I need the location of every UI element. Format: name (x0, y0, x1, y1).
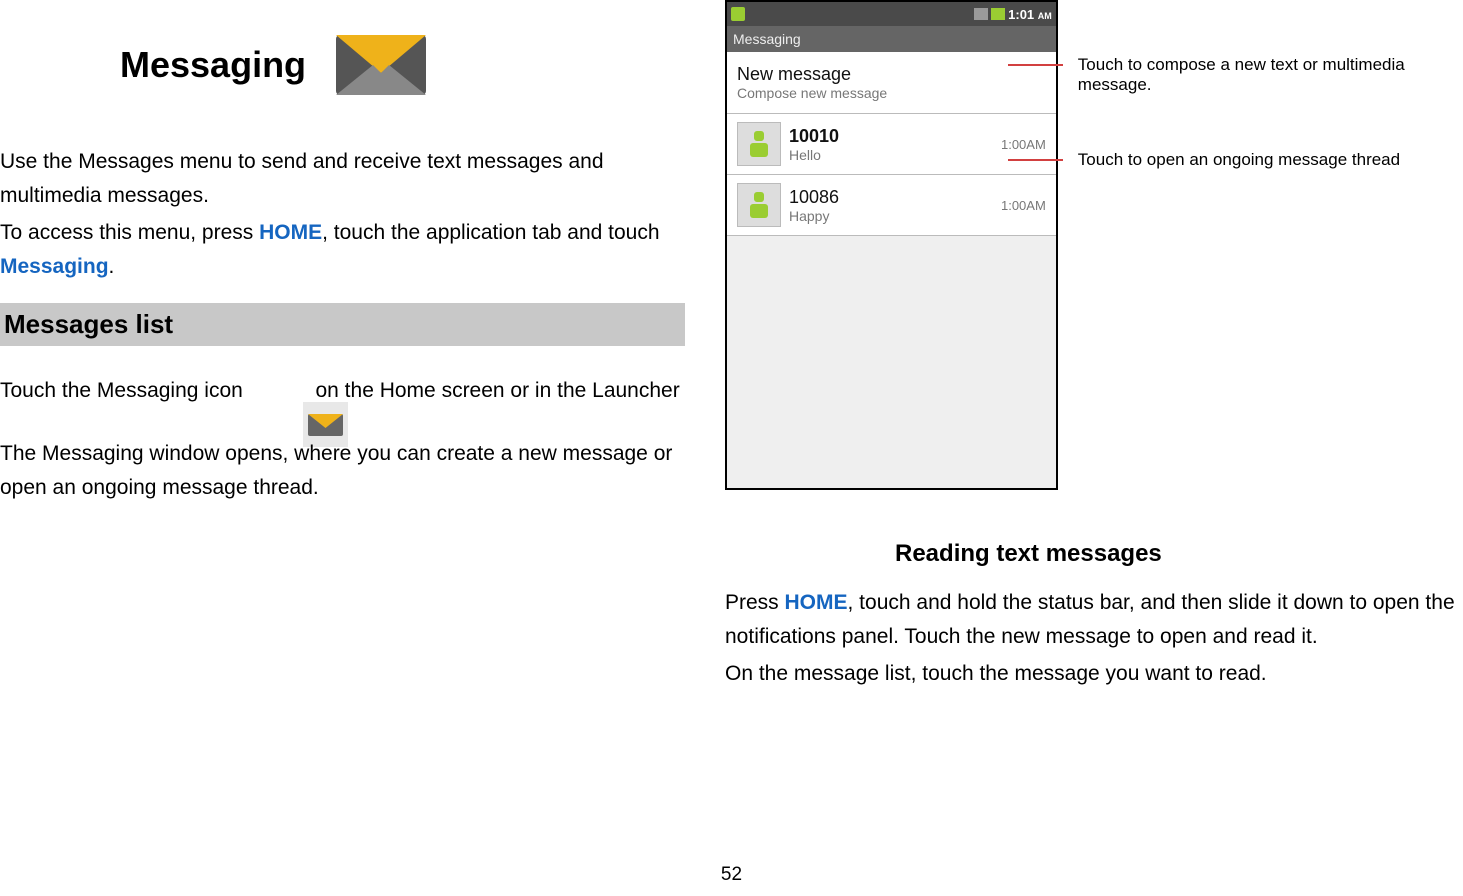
reading-subheading: Reading text messages (895, 540, 1463, 568)
new-message-title: New message (737, 64, 1046, 85)
screenshot-figure: 1:01 AM Messaging New message Compose ne… (725, 0, 1463, 490)
thread2-time: 1:00AM (1001, 198, 1046, 213)
right-column: 1:01 AM Messaging New message Compose ne… (685, 0, 1463, 896)
callout-line-icon (1008, 64, 1063, 66)
messaging-small-icon (257, 368, 302, 413)
home-keyword: HOME (259, 221, 322, 244)
thread2-title: 10086 (789, 187, 993, 208)
launcher-line: Touch the Messaging icon on the Home scr… (0, 368, 685, 413)
thread-row[interactable]: 10010 Hello 1:00AM (727, 114, 1056, 175)
app-titlebar: Messaging (727, 26, 1056, 52)
page-number: 52 (721, 864, 742, 886)
signal-icon (974, 8, 988, 20)
avatar-icon (737, 122, 781, 166)
intro2-a: To access this menu, press (0, 221, 259, 244)
messaging-keyword: Messaging (0, 255, 109, 278)
new-message-subtitle: Compose new message (737, 85, 1046, 101)
avatar-icon (737, 183, 781, 227)
intro2-c: . (109, 255, 115, 278)
status-bar: 1:01 AM (727, 2, 1056, 26)
section-header-messages-list: Messages list (0, 303, 685, 346)
line1b: on the Home screen or in the Launcher (310, 374, 680, 408)
window-opens-paragraph: The Messaging window opens, where you ca… (0, 437, 685, 504)
reading-para-2: On the message list, touch the message y… (725, 657, 1463, 691)
thread1-sub: Hello (789, 147, 993, 163)
title-row: Messaging (0, 15, 685, 115)
battery-icon (991, 8, 1005, 20)
thread1-title: 10010 (789, 126, 993, 147)
left-column: Messaging Use the Messages menu to send … (0, 0, 685, 896)
android-boot-icon (731, 7, 745, 21)
thread2-sub: Happy (789, 208, 993, 224)
phone-screenshot: 1:01 AM Messaging New message Compose ne… (725, 0, 1058, 490)
page-title: Messaging (120, 44, 306, 86)
callout-column: Touch to compose a new text or multimedi… (1078, 0, 1463, 225)
line1a: Touch the Messaging icon (0, 374, 249, 408)
envelope-icon (331, 15, 431, 115)
intro-paragraph-1: Use the Messages menu to send and receiv… (0, 145, 685, 212)
thread1-time: 1:00AM (1001, 137, 1046, 152)
callout-compose: Touch to compose a new text or multimedi… (1078, 55, 1463, 95)
intro2-b: , touch the application tab and touch (322, 221, 659, 244)
new-message-row[interactable]: New message Compose new message (727, 52, 1056, 114)
thread-row[interactable]: 10086 Happy 1:00AM (727, 175, 1056, 236)
reading-para-1: Press HOME, touch and hold the status ba… (725, 586, 1463, 653)
intro-paragraph-2: To access this menu, press HOME, touch t… (0, 216, 685, 283)
clock: 1:01 AM (1008, 7, 1052, 22)
callout-line-icon (1008, 159, 1063, 161)
home-keyword: HOME (785, 591, 848, 614)
callout-open-thread: Touch to open an ongoing message thread (1078, 150, 1463, 170)
